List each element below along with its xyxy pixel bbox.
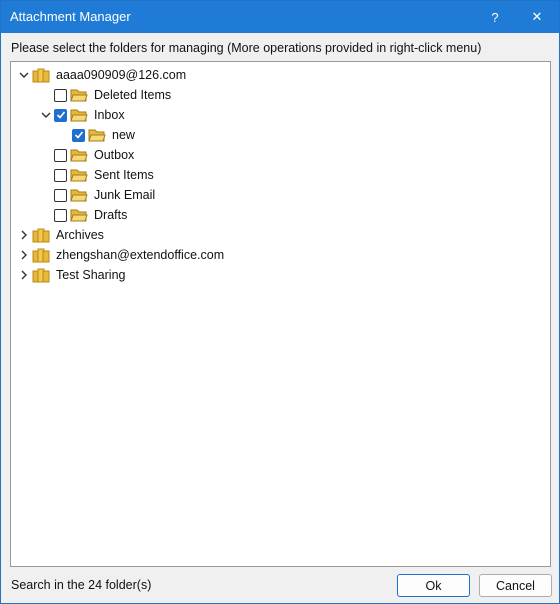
- open-folder-icon: [70, 187, 88, 203]
- tree-node-inbox[interactable]: Inbox: [39, 105, 127, 125]
- inbox-checkbox[interactable]: [54, 108, 67, 122]
- checkmark-icon: [56, 111, 65, 119]
- chevron-right-icon[interactable]: [17, 225, 31, 245]
- status-text: Search in the 24 folder(s): [11, 578, 152, 592]
- open-folder-icon: [70, 107, 88, 123]
- tree-node-deleted-items[interactable]: Deleted Items: [39, 85, 173, 105]
- open-folder-icon: [70, 87, 88, 103]
- junk-email-label: Junk Email: [94, 188, 156, 202]
- test-sharing-label: Test Sharing: [56, 268, 126, 282]
- outbox-checkbox[interactable]: [54, 148, 67, 162]
- new-label: new: [112, 128, 135, 142]
- account1-label: aaaa090909@126.com: [56, 68, 187, 82]
- mailbox-stack-icon: [32, 67, 50, 83]
- tree-node-new[interactable]: new: [57, 125, 137, 145]
- new-checkbox[interactable]: [72, 128, 85, 142]
- open-folder-icon: [70, 147, 88, 163]
- mailbox-stack-icon: [32, 227, 50, 243]
- tree-node-outbox[interactable]: Outbox: [39, 145, 136, 165]
- chevron-right-icon[interactable]: [17, 245, 31, 265]
- chevron-down-icon[interactable]: [39, 105, 53, 125]
- tree-node-junk-email[interactable]: Junk Email: [39, 185, 157, 205]
- archives-label: Archives: [56, 228, 104, 242]
- junk-email-checkbox[interactable]: [54, 188, 67, 202]
- close-button[interactable]: ✕: [517, 1, 557, 33]
- window-title: Attachment Manager: [10, 9, 131, 24]
- checkmark-icon: [74, 131, 83, 139]
- outbox-label: Outbox: [94, 148, 135, 162]
- inbox-label: Inbox: [94, 108, 125, 122]
- open-folder-icon: [70, 167, 88, 183]
- instruction-text: Please select the folders for managing (…: [11, 41, 482, 55]
- tree-node-archives[interactable]: Archives: [17, 225, 106, 245]
- ok-button[interactable]: Ok: [397, 574, 470, 597]
- tree-node-account1[interactable]: aaaa090909@126.com: [17, 65, 188, 85]
- tree-node-test-sharing[interactable]: Test Sharing: [17, 265, 127, 285]
- drafts-label: Drafts: [94, 208, 128, 222]
- open-folder-icon: [88, 127, 106, 143]
- deleted-items-checkbox[interactable]: [54, 88, 67, 102]
- folder-tree[interactable]: aaaa090909@126.com Deleted Items Inbox n…: [10, 61, 551, 567]
- open-folder-icon: [70, 207, 88, 223]
- tree-node-sent-items[interactable]: Sent Items: [39, 165, 156, 185]
- chevron-right-icon[interactable]: [17, 265, 31, 285]
- sent-items-label: Sent Items: [94, 168, 154, 182]
- chevron-down-icon[interactable]: [17, 65, 31, 85]
- mailbox-stack-icon: [32, 267, 50, 283]
- title-bar: Attachment Manager ? ✕: [1, 1, 559, 33]
- mailbox-stack-icon: [32, 247, 50, 263]
- tree-node-drafts[interactable]: Drafts: [39, 205, 129, 225]
- cancel-button[interactable]: Cancel: [479, 574, 552, 597]
- deleted-items-label: Deleted Items: [94, 88, 172, 102]
- sent-items-checkbox[interactable]: [54, 168, 67, 182]
- account2-label: zhengshan@extendoffice.com: [56, 248, 225, 262]
- attachment-manager-dialog: Attachment Manager ? ✕ Please select the…: [0, 0, 560, 604]
- help-button[interactable]: ?: [475, 1, 515, 33]
- drafts-checkbox[interactable]: [54, 208, 67, 222]
- tree-node-account2[interactable]: zhengshan@extendoffice.com: [17, 245, 226, 265]
